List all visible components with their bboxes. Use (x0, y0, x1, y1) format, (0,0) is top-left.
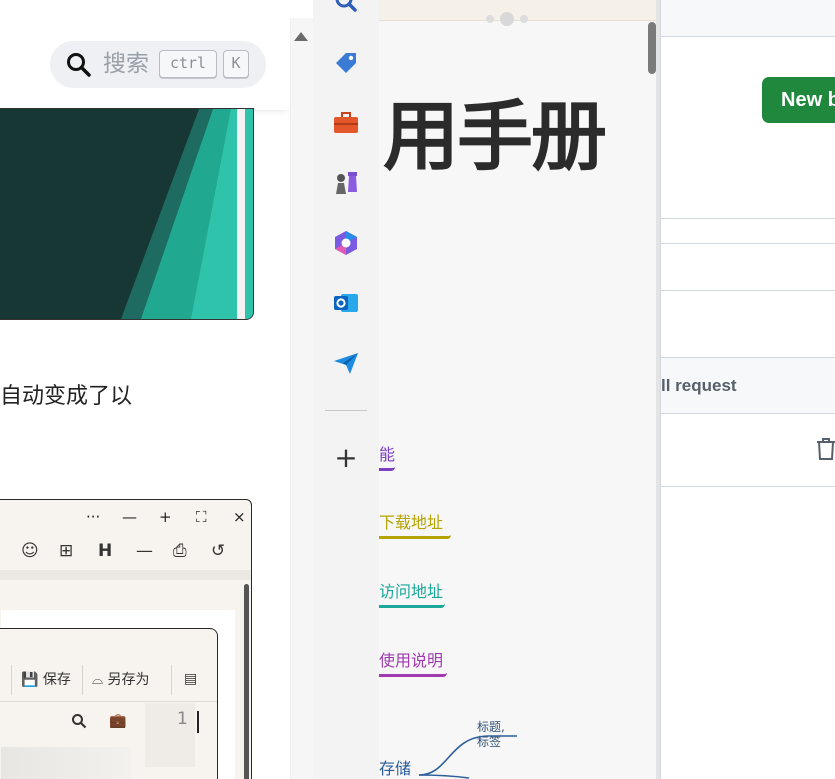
save-label: 保存 (42, 672, 71, 688)
node-text: 标题, (477, 720, 505, 734)
hr-icon: — (136, 541, 153, 561)
document-pane: 搜索 ctrl K 自动变成了以 ··· — + ⛶ × ☺ ⊞ H — ⎙ ↺… (0, 0, 313, 779)
undo-icon: ↺ (211, 541, 226, 561)
divider (661, 243, 835, 244)
manual-title: 用手册 (383, 92, 607, 181)
heading-icon: H (98, 541, 113, 561)
mindmap-node-usage[interactable]: 使用说明 (379, 647, 448, 677)
fullscreen-icon: ⛶ (196, 508, 207, 526)
toolbar-separator (82, 665, 83, 695)
search-placeholder: 搜索 (103, 51, 149, 77)
search-icon (67, 53, 91, 77)
mindmap-node-download[interactable]: 下载地址 (379, 509, 452, 539)
copilot-icon[interactable] (333, 230, 359, 256)
column-header-pull-request: ll request (661, 376, 737, 395)
github-topbar (661, 0, 835, 37)
new-branch-button[interactable]: New b (762, 77, 835, 123)
divider (661, 357, 835, 358)
shortcut-key-ctrl: ctrl (159, 50, 217, 78)
doc-paragraph: 自动变成了以 (0, 384, 133, 409)
divider (661, 413, 835, 414)
editor-scrollbar (244, 584, 249, 779)
emoji-icon: ☺ (21, 541, 39, 561)
scroll-up-arrow-icon[interactable] (294, 32, 308, 41)
mindmap-node-features[interactable]: 能 (379, 441, 396, 471)
toolbar-divider (0, 701, 217, 702)
search-icon (72, 714, 87, 729)
save-as-label: 另存为 (107, 672, 150, 688)
maximize-icon: + (159, 508, 172, 526)
save-button: 💾 保存 (21, 672, 71, 688)
more-icon: ··· (86, 508, 101, 526)
mindmap-node-title-tags[interactable]: 标题, 标签 (477, 720, 505, 750)
save-as-button: ⌓ 另存为 (92, 672, 150, 688)
send-icon[interactable] (333, 350, 359, 376)
table-icon: ⊞ (59, 541, 74, 561)
inner-editor-window: 💾 保存 ⌓ 另存为 ▤ 💼 1 (0, 628, 218, 779)
app-bar-divider (325, 410, 367, 411)
chess-icon[interactable] (333, 170, 359, 196)
tag-icon[interactable] (333, 50, 359, 76)
divider (661, 486, 835, 487)
close-icon: × (233, 508, 246, 526)
minimize-icon: — (122, 508, 137, 526)
inner-content (1, 747, 131, 779)
divider (661, 290, 835, 291)
shortcut-key-k: K (223, 50, 249, 78)
toolbox-icon[interactable] (333, 110, 359, 136)
search-icon[interactable] (333, 0, 359, 16)
toolbar-divider (0, 570, 251, 580)
scrollbar-thumb[interactable] (648, 22, 656, 74)
mindmap-node-storage[interactable]: 存储 (379, 755, 411, 779)
app-bar: + (313, 0, 380, 779)
trash-icon[interactable] (816, 437, 835, 461)
node-text: 标签 (477, 735, 502, 749)
briefcase-icon: 💼 (109, 713, 127, 729)
divider (661, 218, 835, 219)
hero-image (0, 108, 254, 320)
github-pane: New b ll request (660, 0, 835, 779)
manual-topbar (379, 0, 660, 26)
toolbar-separator (11, 665, 12, 695)
line-number: 1 (177, 709, 188, 729)
text-cursor (197, 711, 199, 733)
search-box[interactable]: 搜索 ctrl K (50, 41, 266, 88)
toolbar-separator (171, 665, 172, 695)
mindmap-node-access[interactable]: 访问地址 (379, 578, 446, 608)
manual-pane: 用手册 能 下载地址 访问地址 使用说明 存储 标题, 标签 (379, 0, 660, 779)
add-app-button[interactable]: + (333, 444, 359, 472)
document-icon: ⎙ (173, 541, 187, 561)
drag-handle-icon[interactable] (485, 11, 529, 27)
grid-icon: ▤ (184, 671, 198, 687)
scrollbar-track[interactable] (290, 18, 313, 779)
outlook-icon[interactable] (333, 290, 359, 316)
